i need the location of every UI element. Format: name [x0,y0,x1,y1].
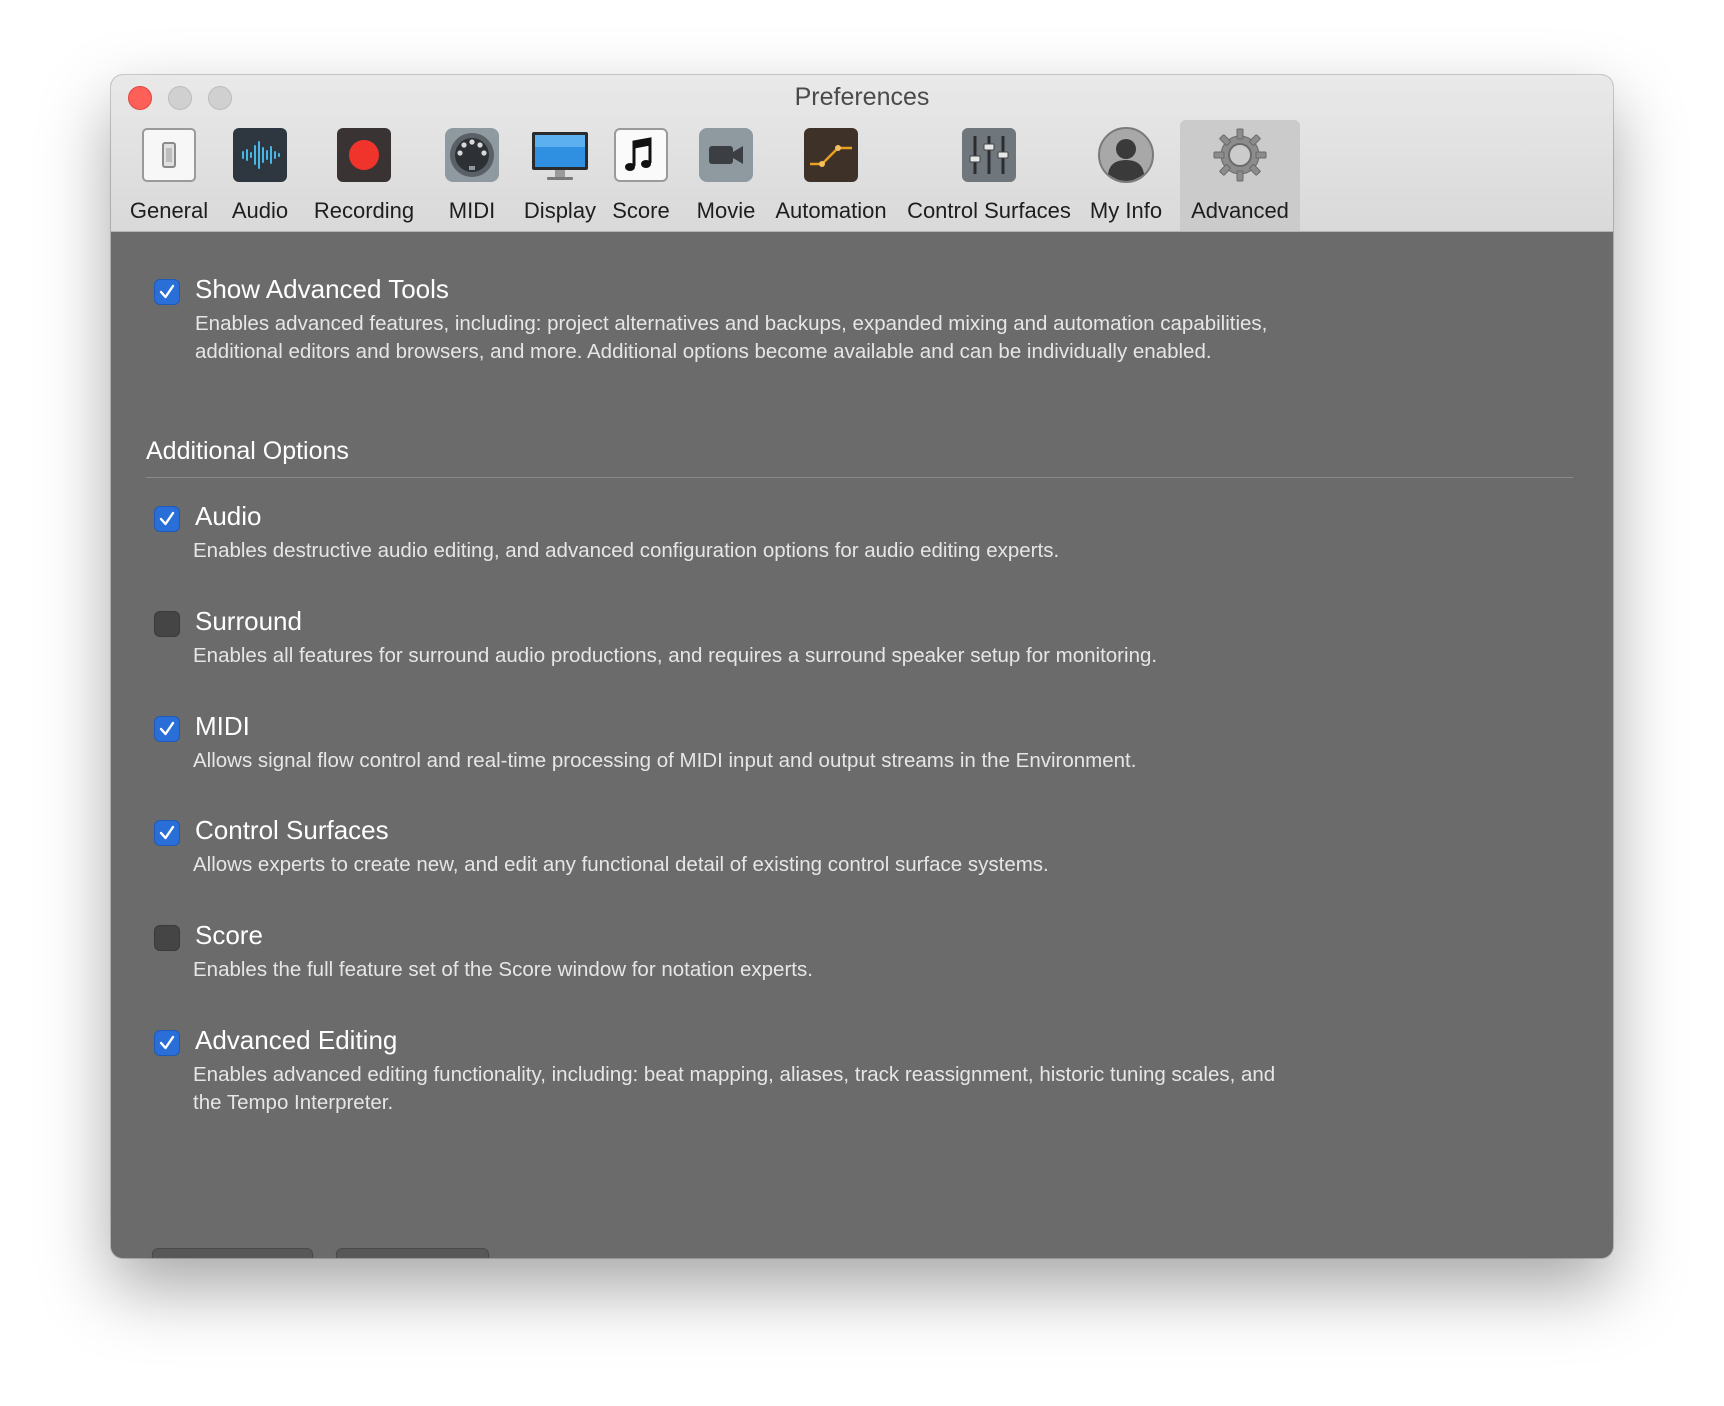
checkmark-icon [159,511,175,526]
score-option-checkbox[interactable] [154,925,180,951]
toolbar-label-score: Score [612,198,670,223]
window-title: Preferences [794,83,930,111]
toolbar-label-my-info: My Info [1089,198,1163,223]
show-advanced-tools-checkbox[interactable] [154,279,180,305]
toolbar-item-general[interactable]: General [125,120,213,231]
midi-option-desc: Allows signal flow control and real-time… [193,749,1137,772]
toolbar-item-control-surfaces[interactable]: Control Surfaces [899,120,1079,231]
show-advanced-tools-desc-line2: additional editors and browsers, and mor… [195,340,1212,363]
additional-options-heading: Additional Options [146,437,349,465]
control-surfaces-option-label: Control Surfaces [195,815,389,845]
control-surfaces-option-desc: Allows experts to create new, and edit a… [193,853,1049,876]
advanced-editing-option-label: Advanced Editing [195,1025,398,1055]
display-monitor-icon [531,126,589,184]
toolbar-label-recording: Recording [313,198,415,223]
automation-curve-icon [802,126,860,184]
toolbar-label-display: Display [523,198,597,223]
toolbar-label-control-surfaces: Control Surfaces [907,198,1071,223]
advanced-editing-option-checkbox[interactable] [154,1030,180,1056]
titlebar: Preferences General Audio Recording MIDI… [111,75,1613,232]
toolbar-item-recording[interactable]: Recording [305,120,423,231]
checkmark-icon [159,721,175,736]
toolbar-item-my-info[interactable]: My Info [1081,120,1171,231]
disable-all-button[interactable]: Disable All [152,1248,313,1258]
surround-option-label: Surround [195,606,302,636]
record-icon [335,126,393,184]
audio-option-checkbox[interactable] [154,506,180,532]
audio-waveform-icon [231,126,289,184]
toolbar-label-advanced: Advanced [1191,198,1289,223]
score-option-label: Score [195,920,263,950]
toolbar-label-audio: Audio [231,198,289,223]
toolbar-label-movie: Movie [696,198,756,223]
toolbar-label-general: General [129,198,209,223]
show-advanced-tools-label: Show Advanced Tools [195,274,449,304]
score-option-desc: Enables the full feature set of the Scor… [193,958,813,981]
toolbar-label-automation: Automation [775,198,887,223]
toolbar-item-midi[interactable]: MIDI [427,120,517,231]
toolbar-label-midi: MIDI [448,198,496,223]
music-note-icon [612,126,670,184]
toolbar-item-movie[interactable]: Movie [683,120,769,231]
checkmark-icon [159,1035,175,1050]
video-camera-icon [697,126,755,184]
advanced-editing-option-desc-line1: Enables advanced editing functionality, … [193,1063,1276,1086]
checkmark-icon [159,284,175,299]
advanced-pane: Show Advanced Tools Enables advanced fea… [111,232,1613,1258]
toolbar-item-display[interactable]: Display [513,120,607,231]
checkmark-icon [159,825,175,840]
show-advanced-tools-desc-line1: Enables advanced features, including: pr… [195,312,1268,335]
toolbar-item-automation[interactable]: Automation [767,120,895,231]
general-switch-icon [140,126,198,184]
toolbar-item-score[interactable]: Score [605,120,677,231]
midi-connector-icon [443,126,501,184]
surround-option-desc: Enables all features for surround audio … [193,644,1158,667]
gear-icon [1211,126,1269,184]
section-divider [146,477,1573,478]
toolbar-item-audio[interactable]: Audio [215,120,305,231]
toolbar-item-advanced[interactable]: Advanced [1180,120,1300,231]
preferences-window: Preferences General Audio Recording MIDI… [111,75,1613,1258]
control-surfaces-option-checkbox[interactable] [154,820,180,846]
audio-option-desc: Enables destructive audio editing, and a… [193,539,1060,562]
midi-option-checkbox[interactable] [154,716,180,742]
faders-icon [960,126,1018,184]
midi-option-label: MIDI [195,711,250,741]
surround-option-checkbox[interactable] [154,611,180,637]
user-silhouette-icon [1097,126,1155,184]
audio-option-label: Audio [195,501,262,531]
enable-all-button[interactable]: Enable All [336,1248,489,1258]
advanced-editing-option-desc-line2: the Tempo Interpreter. [193,1091,394,1114]
